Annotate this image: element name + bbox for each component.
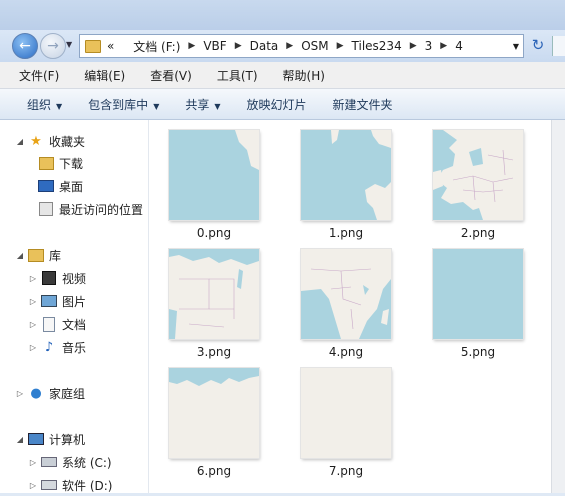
file-name[interactable]: 4.png [291, 345, 401, 359]
search-box-edge[interactable] [552, 36, 565, 56]
nav-item-documents[interactable]: ▷ 文档 [28, 313, 86, 335]
file-name[interactable]: 0.png [159, 226, 269, 240]
videos-icon [41, 271, 57, 285]
file-thumbnail-5[interactable] [433, 249, 523, 339]
breadcrumb-item[interactable]: Data [250, 39, 279, 53]
recent-places-icon [38, 202, 54, 216]
menu-file[interactable]: 文件(F) [0, 67, 65, 84]
music-icon: ♪ [44, 339, 54, 355]
documents-icon [41, 316, 57, 332]
expand-arrow-icon[interactable]: ▷ [28, 343, 38, 352]
collapse-arrow-icon[interactable]: ◢ [15, 251, 25, 260]
collapse-arrow-icon[interactable]: ◢ [15, 435, 25, 444]
file-thumbnail-4[interactable] [301, 249, 391, 339]
recent-pages-dropdown[interactable]: ▼ [66, 40, 72, 49]
breadcrumb: « 文档 (F:) ▶ VBF ▶ Data ▶ OSM ▶ Tiles234 … [107, 38, 463, 55]
expand-arrow-icon[interactable]: ▷ [28, 274, 38, 283]
nav-item-music[interactable]: ▷ ♪ 音乐 [28, 336, 86, 358]
expand-arrow-icon[interactable]: ▷ [28, 297, 38, 306]
nav-item-downloads[interactable]: 下载 [35, 152, 83, 174]
breadcrumb-separator-icon[interactable]: ▶ [188, 41, 195, 51]
breadcrumb-item[interactable]: 4 [455, 39, 463, 53]
address-bar[interactable]: « 文档 (F:) ▶ VBF ▶ Data ▶ OSM ▶ Tiles234 … [79, 34, 524, 58]
breadcrumb-item[interactable]: VBF [203, 39, 226, 53]
new-folder-button[interactable]: 新建文件夹 [333, 96, 393, 113]
drive-icon [41, 478, 57, 492]
breadcrumb-separator-icon[interactable]: ▶ [440, 41, 447, 51]
breadcrumb-item[interactable]: Tiles234 [352, 39, 402, 53]
nav-item-desktop[interactable]: 桌面 [35, 175, 83, 197]
navigation-pane: ◢ ★ 收藏夹 下载 桌面 最近访问的位置 ◢ 库 ▷ 视频 ▷ 图片 ▷ 文档… [0, 120, 149, 493]
breadcrumb-separator-icon[interactable]: ▶ [410, 41, 417, 51]
share-button[interactable]: 共享 ▼ [185, 96, 220, 113]
file-thumbnail-6[interactable] [169, 368, 259, 458]
library-icon [28, 248, 44, 262]
forward-button[interactable]: → [40, 33, 66, 59]
file-list: 0.png 1.png 2.png 3.png 4.png 5.png 6.pn… [149, 120, 551, 493]
system-drive-icon [41, 455, 57, 469]
collapse-arrow-icon[interactable]: ◢ [15, 137, 25, 146]
vertical-scrollbar[interactable] [551, 120, 565, 493]
file-name[interactable]: 7.png [291, 464, 401, 478]
breadcrumb-separator-icon[interactable]: ▶ [337, 41, 344, 51]
address-dropdown-icon[interactable]: ▼ [513, 42, 519, 51]
command-bar: 组织 ▼ 包含到库中 ▼ 共享 ▼ 放映幻灯片 新建文件夹 [0, 89, 565, 120]
file-thumbnail-3[interactable] [169, 249, 259, 339]
file-name[interactable]: 1.png [291, 226, 401, 240]
menu-tools[interactable]: 工具(T) [198, 67, 264, 84]
breadcrumb-item[interactable]: OSM [301, 39, 328, 53]
file-name[interactable]: 6.png [159, 464, 269, 478]
file-thumbnail-1[interactable] [301, 130, 391, 220]
title-bar [0, 0, 565, 34]
chevron-down-icon: ▼ [214, 101, 221, 111]
back-button[interactable]: ← [12, 33, 38, 59]
file-name[interactable]: 3.png [159, 345, 269, 359]
nav-homegroup[interactable]: ▷ ● 家庭组 [15, 382, 85, 404]
star-icon: ★ [30, 133, 42, 149]
expand-arrow-icon[interactable]: ▷ [28, 481, 38, 490]
breadcrumb-item[interactable]: 文档 (F:) [133, 38, 180, 55]
menu-bar: 文件(F) 编辑(E) 查看(V) 工具(T) 帮助(H) [0, 62, 565, 89]
desktop-icon [38, 179, 54, 193]
forward-arrow-icon: → [47, 38, 59, 54]
file-name[interactable]: 2.png [423, 226, 533, 240]
chevron-down-icon: ▼ [153, 101, 160, 111]
nav-item-system-drive[interactable]: ▷ 系统 (C:) [28, 451, 112, 473]
nav-libraries[interactable]: ◢ 库 [15, 244, 61, 266]
computer-icon [28, 432, 44, 446]
expand-arrow-icon[interactable]: ▷ [28, 458, 38, 467]
breadcrumb-item[interactable]: 3 [425, 39, 433, 53]
file-thumbnail-2[interactable] [433, 130, 523, 220]
nav-item-pictures[interactable]: ▷ 图片 [28, 290, 86, 312]
organize-button[interactable]: 组织 ▼ [27, 96, 62, 113]
menu-view[interactable]: 查看(V) [131, 67, 198, 84]
file-thumbnail-7[interactable] [301, 368, 391, 458]
refresh-icon[interactable]: ↻ [528, 36, 548, 56]
chevron-down-icon: ▼ [56, 101, 63, 111]
slideshow-button[interactable]: 放映幻灯片 [247, 96, 307, 113]
file-name[interactable]: 5.png [423, 345, 533, 359]
address-row: ← → ▼ « 文档 (F:) ▶ VBF ▶ Data ▶ OSM ▶ Til… [0, 30, 565, 62]
breadcrumb-overflow[interactable]: « [107, 39, 114, 53]
homegroup-icon: ● [30, 385, 42, 401]
pictures-icon [41, 294, 57, 308]
nav-favorites[interactable]: ◢ ★ 收藏夹 [15, 130, 85, 152]
breadcrumb-separator-icon[interactable]: ▶ [235, 41, 242, 51]
nav-item-videos[interactable]: ▷ 视频 [28, 267, 86, 289]
back-arrow-icon: ← [19, 38, 31, 54]
folder-icon [85, 39, 101, 53]
downloads-folder-icon [38, 156, 54, 170]
file-thumbnail-0[interactable] [169, 130, 259, 220]
expand-arrow-icon[interactable]: ▷ [15, 389, 25, 398]
breadcrumb-separator-icon[interactable]: ▶ [286, 41, 293, 51]
menu-help[interactable]: 帮助(H) [264, 67, 331, 84]
include-in-library-button[interactable]: 包含到库中 ▼ [88, 96, 159, 113]
expand-arrow-icon[interactable]: ▷ [28, 320, 38, 329]
menu-edit[interactable]: 编辑(E) [65, 67, 131, 84]
nav-computer[interactable]: ◢ 计算机 [15, 428, 85, 450]
nav-item-recent-places[interactable]: 最近访问的位置 [35, 198, 143, 220]
